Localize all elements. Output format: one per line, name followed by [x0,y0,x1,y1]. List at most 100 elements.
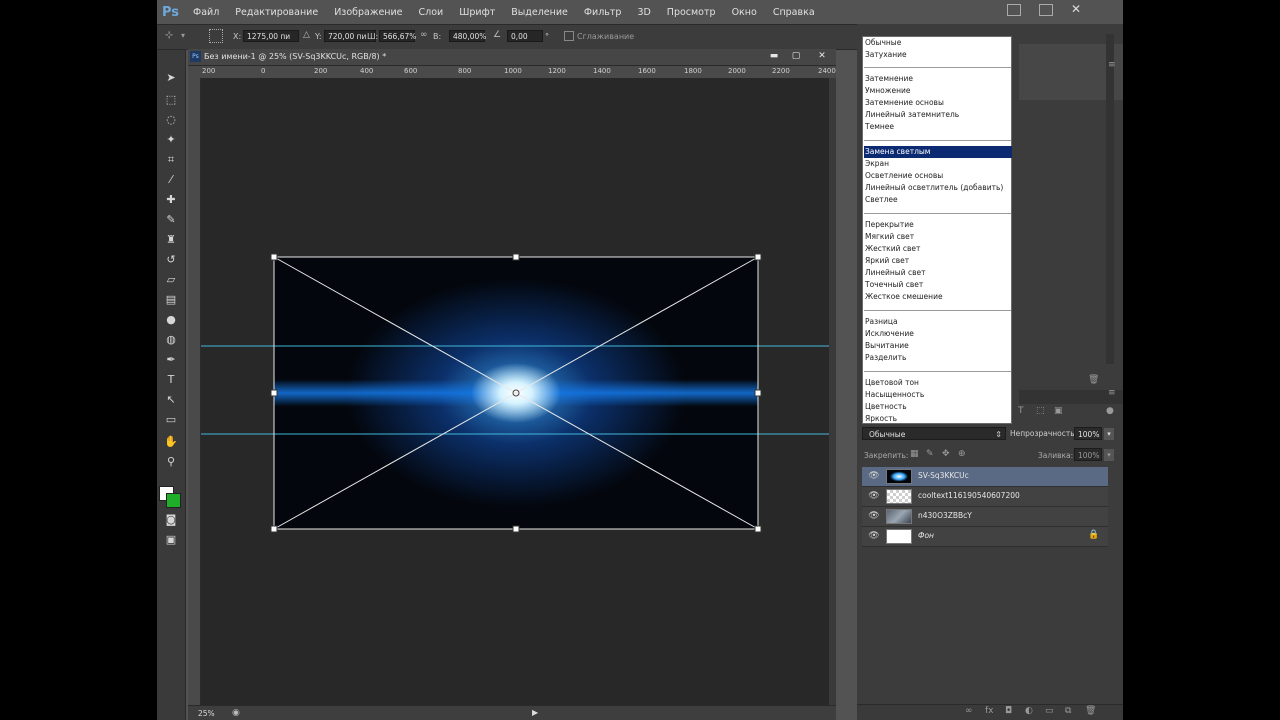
x-field[interactable]: 1275,00 пи [243,30,299,42]
blend-option[interactable]: Яркий свет [864,255,1012,267]
menu-3d[interactable]: 3D [637,7,650,18]
eraser-tool-icon[interactable]: ▱ [163,272,179,288]
rectangle-tool-icon[interactable]: ▭ [163,412,179,428]
document-tab[interactable]: Ps Без имени-1 @ 25% (SV-Sq3KKCUc, RGB/8… [188,49,836,66]
fill-dropdown-icon[interactable]: ▾ [1104,449,1114,461]
doc-close-button[interactable]: ✕ [812,50,832,62]
lock-all-icon[interactable]: ⊕ [958,449,966,459]
layer-row[interactable]: 👁 SV-Sq3KKCUc [862,467,1108,487]
blend-option[interactable]: Разница [864,316,1012,328]
doc-maximize-button[interactable]: ▢ [786,50,806,62]
blend-option[interactable]: Насыщенность [864,389,1012,401]
blend-option[interactable]: Затемнение [864,73,1012,85]
window-restore-button[interactable] [1039,4,1053,16]
brush-tool-icon[interactable]: ✎ [163,212,179,228]
filter-type-icon[interactable]: T [1018,406,1024,416]
doc-minimize-button[interactable]: ▬ [764,50,784,62]
adjustment-layer-icon[interactable]: ◐ [1025,706,1033,716]
marquee-tool-icon[interactable]: ⬚ [163,92,179,108]
blend-mode-list[interactable]: Обычные Затухание Затемнение Умножение З… [862,36,1012,424]
layer-row[interactable]: 👁 cooltext116190540607200 [862,487,1108,507]
blend-option[interactable]: Цветовой тон [864,377,1012,389]
layer-name[interactable]: cooltext116190540607200 [918,491,1020,500]
blend-option-selected[interactable]: Замена светлым [864,146,1012,158]
filter-toggle-icon[interactable]: ● [1106,406,1114,416]
blend-option[interactable]: Жесткий свет [864,243,1012,255]
angle-field[interactable]: 0,00 [507,30,543,42]
stamp-tool-icon[interactable]: ♜ [163,232,179,248]
menu-edit[interactable]: Редактирование [235,7,318,18]
link-layers-icon[interactable]: ∞ [965,706,973,716]
lock-position-icon[interactable]: ✥ [942,449,950,459]
visibility-eye-icon[interactable]: 👁 [868,490,880,502]
delta-icon[interactable]: △ [303,30,310,40]
menu-view[interactable]: Просмотр [667,7,716,18]
lock-transparency-icon[interactable]: ▦ [910,449,919,459]
blend-option[interactable]: Темнее [864,121,1012,133]
menu-type[interactable]: Шрифт [459,7,495,18]
menu-layers[interactable]: Слои [419,7,444,18]
window-close-button[interactable]: ✕ [1071,2,1081,16]
blend-option[interactable]: Вычитание [864,340,1012,352]
path-select-icon[interactable]: ↖ [163,392,179,408]
visibility-eye-icon[interactable]: 👁 [868,510,880,522]
blend-option[interactable]: Линейный осветлитель (добавить) [864,182,1012,194]
layer-row[interactable]: 👁 n430O3ZBBcY [862,507,1108,527]
menu-image[interactable]: Изображение [334,7,402,18]
type-tool-icon[interactable]: T [163,372,179,388]
blend-option[interactable]: Обычные [864,37,1012,49]
opacity-dropdown-icon[interactable]: ▾ [1104,428,1114,440]
reference-point-icon[interactable] [209,29,223,43]
canvas-area[interactable] [201,78,829,705]
transform-tool-icon[interactable]: ⊹ [165,30,173,41]
blend-option[interactable]: Линейный свет [864,267,1012,279]
lock-pixels-icon[interactable]: ✎ [926,449,934,459]
vertical-scrollbar[interactable] [829,78,836,705]
gradient-tool-icon[interactable]: ▤ [163,292,179,308]
menu-filter[interactable]: Фильтр [584,7,622,18]
background-color-swatch[interactable] [166,493,181,508]
magic-wand-icon[interactable]: ✦ [163,132,179,148]
screen-mode-icon[interactable]: ▣ [163,532,179,548]
pen-tool-icon[interactable]: ✒ [163,352,179,368]
menu-window[interactable]: Окно [732,7,757,18]
blend-option[interactable]: Жесткое смешение [864,291,1012,303]
eyedropper-icon[interactable]: ⁄ [163,172,179,188]
dropdown-arrow-icon[interactable]: ▾ [181,31,185,40]
new-layer-icon[interactable]: ⧉ [1065,706,1071,716]
new-group-icon[interactable]: ▭ [1045,706,1054,716]
quick-mask-icon[interactable]: ◙ [163,512,179,528]
visibility-eye-icon[interactable]: 👁 [868,530,880,542]
blend-option[interactable]: Затухание [864,49,1012,61]
visibility-eye-icon[interactable]: 👁 [868,470,880,482]
panel-scrollbar[interactable] [1106,34,1114,364]
blend-option[interactable]: Умножение [864,85,1012,97]
width-field[interactable]: 566,67% [379,30,416,42]
blend-option[interactable]: Линейный затемнитель [864,109,1012,121]
blend-option[interactable]: Осветление основы [864,170,1012,182]
blend-option[interactable]: Цветность [864,401,1012,413]
layer-name[interactable]: Фон [918,531,934,540]
antialias-checkbox[interactable] [564,31,574,41]
opacity-field[interactable]: 100% [1074,427,1102,440]
height-field[interactable]: 480,00% [449,30,486,42]
layer-name[interactable]: n430O3ZBBcY [918,511,972,520]
filter-shape-icon[interactable]: ⬚ [1036,406,1045,416]
blur-tool-icon[interactable]: ● [163,312,179,328]
layer-row[interactable]: 👁 Фон 🔒 [862,527,1108,547]
fill-field[interactable]: 100% [1074,448,1102,461]
menu-select[interactable]: Выделение [511,7,568,18]
blend-option[interactable]: Исключение [864,328,1012,340]
zoom-tool-icon[interactable]: ⚲ [163,454,179,470]
blend-option[interactable]: Точечный свет [864,279,1012,291]
window-minimize-button[interactable] [1007,4,1021,16]
blend-option[interactable]: Яркость [864,413,1012,425]
blend-option[interactable]: Затемнение основы [864,97,1012,109]
panel-trash-icon[interactable]: 🗑 [1088,375,1099,385]
lasso-tool-icon[interactable]: ◌ [163,112,179,128]
link-icon[interactable]: ∞ [420,30,428,40]
blend-option[interactable]: Мягкий свет [864,231,1012,243]
dodge-tool-icon[interactable]: ◍ [163,332,179,348]
delete-layer-icon[interactable]: 🗑 [1085,706,1096,716]
blend-option[interactable]: Разделить [864,352,1012,364]
